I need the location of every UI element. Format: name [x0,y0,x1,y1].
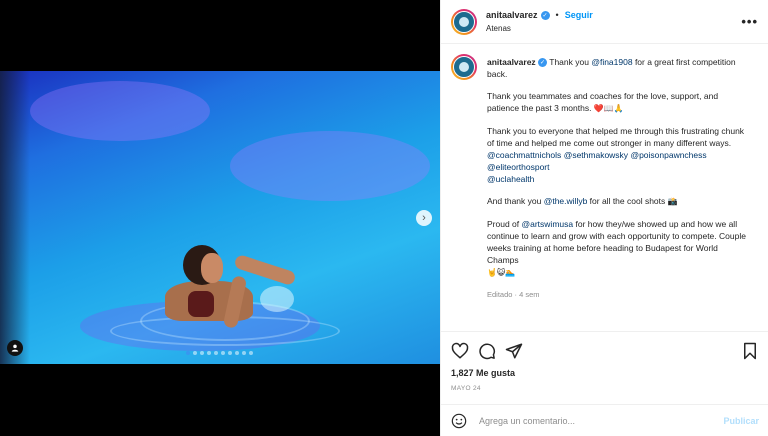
caption-area: anitaalvarez ✓ Thank you @fina1908 for a… [441,44,768,331]
comment-bar: Publicar [441,404,768,436]
water-splash [260,286,294,312]
avatar[interactable] [451,54,477,80]
mention-link[interactable]: @the.willyb [544,196,588,206]
caption-username[interactable]: anitaalvarez [487,57,536,67]
swimsuit [188,291,214,317]
comment-button[interactable] [478,342,496,360]
chevron-right-icon: › [422,211,426,224]
carousel-dot [200,351,204,355]
mention-link[interactable]: @fina1908 [591,57,632,67]
bookmark-icon [744,342,756,359]
share-button[interactable] [505,342,523,360]
emoji: ❤️📖🙏 [593,104,624,113]
mention-link[interactable]: @artswimusa [522,219,574,229]
carousel-dot [193,351,197,355]
edited-timestamp: Editado · 4 sem [487,290,540,299]
like-button[interactable] [451,342,469,360]
photo-shadow [0,71,30,364]
caption-text: anitaalvarez ✓ Thank you @fina1908 for a… [487,56,749,301]
mention-link[interactable]: @sethmakowsky [564,150,628,160]
mention-link[interactable]: @poisonpawnchess [630,150,706,160]
user-tag-icon [11,344,19,352]
water-highlight [230,131,430,201]
mention-link[interactable]: @uclahealth [487,174,534,184]
action-bar [441,331,768,369]
post-side-panel: anitaalvarez ✓ • Seguir Atenas ••• anita… [440,0,768,436]
mention-link[interactable]: @coachmattnichols [487,150,561,160]
carousel-dot [214,351,218,355]
location-link[interactable]: Atenas [486,24,593,33]
carousel-next-button[interactable]: › [416,210,432,226]
mention-link[interactable]: @eliteorthosport [487,162,550,172]
user-tag-button[interactable] [7,340,23,356]
emoji: 🤘😺🏊 [487,268,516,277]
instagram-post-view: › anitaalvarez ✓ • Seguir Atenas ••• ani… [0,0,768,436]
save-button[interactable] [741,342,759,360]
post-date: MAYO 24 [451,385,481,392]
carousel-dot [221,351,225,355]
share-icon [505,343,523,358]
swimmer-face [201,253,223,283]
water-highlight [30,81,210,141]
media-area: › [0,0,440,436]
verified-icon: ✓ [540,10,550,20]
likes-count[interactable]: 1,827 Me gusta [451,368,515,378]
carousel-dot [242,351,246,355]
smile-icon[interactable] [451,413,467,429]
heart-icon [451,342,469,358]
avatar[interactable] [451,8,477,35]
carousel-dot [207,351,211,355]
comment-input[interactable] [479,415,724,426]
verified-icon: ✓ [538,58,548,68]
post-header: anitaalvarez ✓ • Seguir Atenas ••• [441,0,768,44]
carousel-dot [186,351,190,355]
carousel-dot [249,351,253,355]
publish-button[interactable]: Publicar [723,416,759,426]
comment-icon [479,343,496,359]
carousel-dot [228,351,232,355]
emoji: 📸 [667,197,678,206]
post-photo[interactable] [0,71,440,364]
carousel-dot [235,351,239,355]
username-link[interactable]: anitaalvarez [486,10,538,20]
follow-button[interactable]: Seguir [565,10,593,20]
carousel-dots [186,351,253,355]
more-icon[interactable]: ••• [741,14,758,29]
separator: • [555,10,559,20]
